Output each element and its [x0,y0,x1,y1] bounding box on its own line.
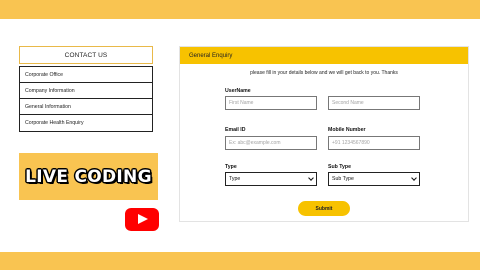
second-name-input[interactable] [328,96,420,110]
mobile-input[interactable] [328,136,420,150]
top-accent-band [0,0,480,19]
menu-item-corporate-office[interactable]: Corporate Office [20,67,152,83]
general-enquiry-form: General Enquiry please fill in your deta… [179,46,469,222]
type-label: Type [225,164,237,170]
subtype-label: Sub Type [328,164,351,170]
chevron-down-icon [411,175,417,181]
menu-item-company-information[interactable]: Company Information [20,83,152,99]
username-label: UserName [225,88,251,94]
chevron-down-icon [308,175,314,181]
menu-list: Corporate Office Company Information Gen… [19,66,153,132]
form-header: General Enquiry [180,47,468,64]
type-select[interactable]: Type [225,172,317,186]
live-coding-text: LIVE CODING [25,166,152,187]
email-label: Email ID [225,127,246,133]
subtype-select-value: Sub Type [332,176,354,182]
submit-button[interactable]: Submit [298,201,350,216]
live-coding-badge: LIVE CODING [19,153,158,200]
menu-title: CONTACT US [19,46,153,64]
subtype-select[interactable]: Sub Type [328,172,420,186]
mobile-label: Mobile Number [328,127,366,133]
menu-item-corporate-health-enquiry[interactable]: Corporate Health Enquiry [20,115,152,131]
contact-menu: CONTACT US Corporate Office Company Info… [19,46,153,132]
bottom-accent-band [0,252,480,270]
email-input[interactable] [225,136,317,150]
youtube-play-icon [125,208,159,231]
first-name-input[interactable] [225,96,317,110]
form-intro-text: please fill in your details below and we… [250,70,398,76]
type-select-value: Type [229,176,241,182]
menu-item-general-information[interactable]: General Information [20,99,152,115]
